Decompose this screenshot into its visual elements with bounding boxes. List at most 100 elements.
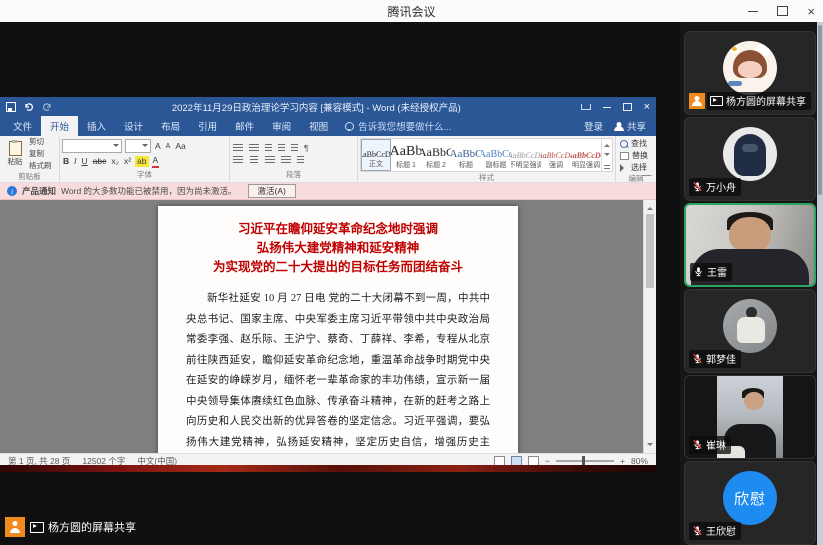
styles-gallery: AaBbCcDd 正文 AaBb 标题 1 AaBbC 标题 2 bbox=[360, 138, 613, 172]
bold-button[interactable]: B bbox=[62, 156, 70, 167]
select-label: 选择 bbox=[631, 162, 647, 173]
align-left-icon[interactable] bbox=[233, 156, 243, 164]
zoom-slider[interactable] bbox=[556, 460, 614, 462]
scroll-down-icon[interactable] bbox=[647, 443, 653, 449]
share-label-text: 杨方圆的屏幕共享 bbox=[48, 519, 136, 535]
window-controls: × bbox=[748, 0, 815, 22]
font-size-combo[interactable] bbox=[125, 139, 151, 153]
document-scrollbar[interactable] bbox=[643, 200, 656, 453]
gallery-down-icon[interactable] bbox=[604, 153, 610, 159]
cut-button[interactable]: 剪切 bbox=[29, 136, 52, 147]
style-subtitle[interactable]: AaBbCc 副标题 bbox=[481, 139, 511, 171]
maximize-icon[interactable] bbox=[777, 6, 788, 16]
mic-muted-icon bbox=[692, 181, 703, 192]
align-right-icon[interactable] bbox=[265, 156, 275, 164]
word-restore-icon[interactable] bbox=[623, 103, 632, 111]
font-group: A A Aa B I U abc x₂ x² ab bbox=[60, 136, 230, 182]
pilcrow-icon[interactable]: ¶ bbox=[304, 144, 309, 152]
styles-gallery-scroll[interactable] bbox=[601, 139, 612, 171]
style-subtle-emphasis[interactable]: AaBbCcDd 不明显强调 bbox=[511, 139, 541, 171]
scroll-up-icon[interactable] bbox=[647, 204, 653, 210]
info-icon: i bbox=[7, 186, 17, 196]
find-button[interactable]: 查找 bbox=[620, 138, 648, 149]
superscript-button[interactable]: x² bbox=[123, 156, 132, 167]
grow-font-button[interactable]: A bbox=[154, 141, 162, 152]
word-close-icon[interactable]: × bbox=[644, 102, 650, 113]
italic-button[interactable]: I bbox=[73, 156, 77, 167]
tab-references[interactable]: 引用 bbox=[189, 116, 226, 136]
participant-name: 崔琳 bbox=[706, 437, 726, 452]
word-minimize-icon[interactable] bbox=[603, 107, 611, 108]
tab-design[interactable]: 设计 bbox=[115, 116, 152, 136]
style-emphasis[interactable]: AaBbCcDd 强调 bbox=[541, 139, 571, 171]
highlight-button[interactable]: ab bbox=[135, 156, 148, 167]
paragraph-group-label: 段落 bbox=[233, 169, 354, 182]
shrink-font-button[interactable]: A bbox=[165, 141, 172, 152]
activate-button[interactable]: 激活(A) bbox=[248, 184, 296, 198]
participant-tile-wanxiaozhou[interactable]: 万小舟 bbox=[684, 117, 816, 201]
style-heading1[interactable]: AaBb 标题 1 bbox=[391, 139, 421, 171]
align-center-icon[interactable] bbox=[250, 156, 258, 164]
font-name-combo[interactable] bbox=[62, 139, 122, 153]
font-color-button[interactable]: A bbox=[152, 155, 160, 168]
tab-mailings[interactable]: 邮件 bbox=[226, 116, 263, 136]
save-icon[interactable] bbox=[6, 102, 16, 112]
presenter-badge bbox=[689, 93, 705, 109]
share-button[interactable]: 共享 bbox=[615, 119, 646, 133]
participant-tile-wangxinwei[interactable]: 欣慰 王欣慰 bbox=[684, 461, 816, 545]
undo-icon[interactable] bbox=[24, 103, 34, 111]
style-heading2[interactable]: AaBbC 标题 2 bbox=[421, 139, 451, 171]
style-normal[interactable]: AaBbCcDd 正文 bbox=[361, 139, 391, 171]
mic-muted-icon bbox=[692, 525, 703, 536]
copy-button[interactable]: 复制 bbox=[29, 148, 52, 159]
multilevel-list-icon[interactable] bbox=[265, 144, 272, 152]
paragraph-group: ¶ 段落 bbox=[230, 136, 358, 182]
tab-review[interactable]: 审阅 bbox=[263, 116, 300, 136]
sidebar-scrollbar-thumb[interactable] bbox=[818, 25, 822, 195]
bullet-list-icon[interactable] bbox=[233, 144, 243, 152]
participant-tile-cuilin[interactable]: 崔琳 bbox=[684, 375, 816, 459]
tab-layout[interactable]: 布局 bbox=[152, 116, 189, 136]
format-painter-button[interactable]: 格式刷 bbox=[29, 160, 52, 171]
gallery-more-icon[interactable] bbox=[604, 165, 610, 169]
decrease-indent-icon[interactable] bbox=[278, 144, 285, 152]
quick-access-toolbar bbox=[6, 102, 52, 112]
replace-button[interactable]: 替换 bbox=[620, 150, 648, 161]
paste-button[interactable]: 粘贴 bbox=[3, 141, 27, 167]
line-spacing-icon[interactable] bbox=[297, 156, 304, 164]
minimize-icon[interactable] bbox=[748, 11, 758, 12]
document-body-text: 新华社延安 10 月 27 日电 党的二十大闭幕不到一周，中共中央总书记、国家主… bbox=[186, 289, 490, 453]
collapse-ribbon-icon[interactable] bbox=[640, 175, 653, 180]
editing-group: 查找 替换 选择 编辑 bbox=[616, 136, 656, 182]
redo-icon[interactable] bbox=[42, 103, 52, 111]
participant-tile-yangfangyuan[interactable]: 杨方圆的屏幕共享 bbox=[684, 31, 816, 115]
gallery-up-icon[interactable] bbox=[604, 141, 610, 147]
scrollbar-thumb[interactable] bbox=[646, 214, 654, 288]
tab-home[interactable]: 开始 bbox=[41, 116, 78, 136]
ribbon-display-options-icon[interactable] bbox=[581, 104, 591, 110]
close-icon[interactable]: × bbox=[807, 5, 815, 18]
tab-file[interactable]: 文件 bbox=[4, 116, 41, 136]
change-case-button[interactable]: Aa bbox=[174, 141, 186, 152]
sign-in-link[interactable]: 登录 bbox=[584, 119, 603, 133]
numbered-list-icon[interactable] bbox=[249, 144, 259, 152]
participant-tile-wanglei[interactable]: 王雷 bbox=[684, 203, 816, 287]
style-title[interactable]: AaBbC 标题 bbox=[451, 139, 481, 171]
select-button[interactable]: 选择 bbox=[620, 162, 648, 173]
justify-icon[interactable] bbox=[281, 156, 291, 164]
document-title-line1: 习近平在瞻仰延安革命纪念地时强调 bbox=[186, 220, 490, 239]
sidebar-scrollbar[interactable] bbox=[817, 22, 823, 545]
tab-insert[interactable]: 插入 bbox=[78, 116, 115, 136]
subscript-button[interactable]: x₂ bbox=[110, 156, 120, 167]
increase-indent-icon[interactable] bbox=[291, 144, 298, 152]
participant-name: 万小舟 bbox=[706, 179, 736, 194]
style-intense-emphasis[interactable]: AaBbCcDd 明显强调 bbox=[571, 139, 601, 171]
participant-name: 王欣慰 bbox=[706, 523, 736, 538]
app-titlebar: 腾讯会议 × bbox=[0, 0, 823, 23]
document-page[interactable]: 习近平在瞻仰延安革命纪念地时强调 弘扬伟大建党精神和延安精神 为实现党的二十大提… bbox=[158, 206, 518, 453]
tab-view[interactable]: 视图 bbox=[300, 116, 337, 136]
strikethrough-button[interactable]: abc bbox=[92, 156, 108, 167]
participant-tile-guomengjia[interactable]: 郭梦佳 bbox=[684, 289, 816, 373]
underline-button[interactable]: U bbox=[81, 156, 89, 167]
tell-me-box[interactable]: 告诉我您想要做什么... bbox=[337, 116, 459, 136]
